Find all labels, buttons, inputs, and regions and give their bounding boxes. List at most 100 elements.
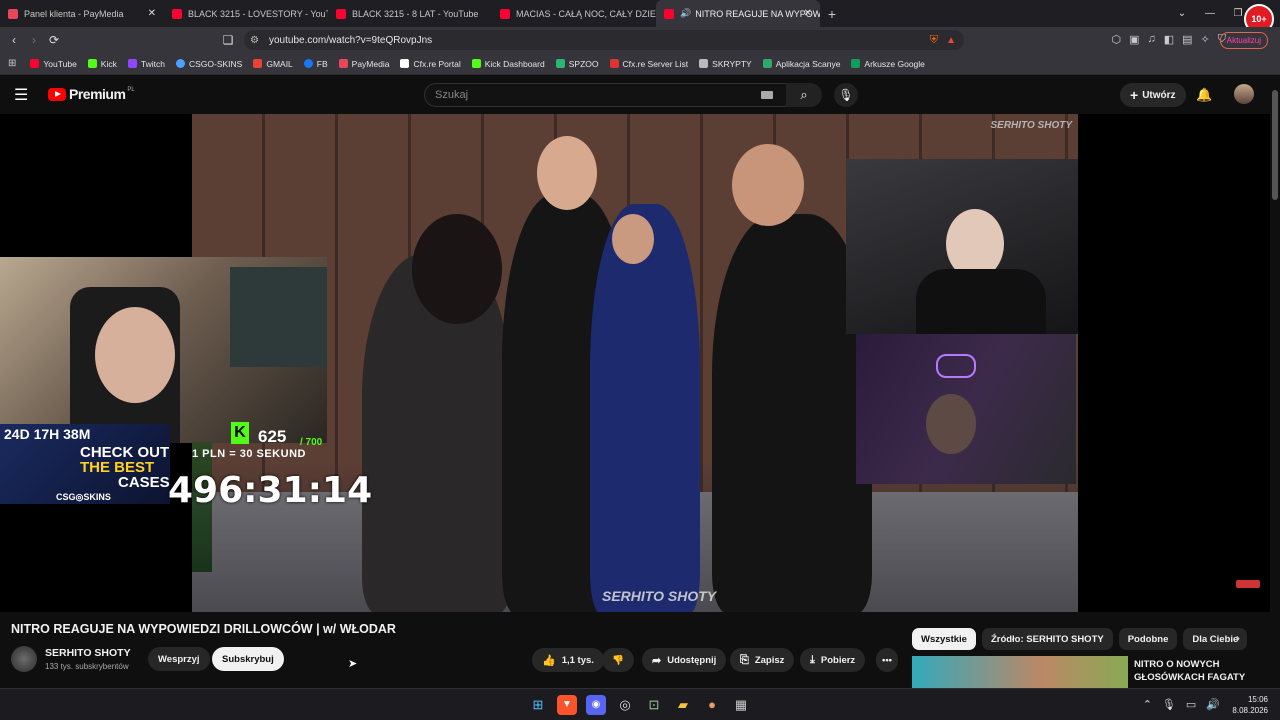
new-tab-button[interactable]: + bbox=[820, 6, 844, 22]
update-button[interactable]: Aktualizuj bbox=[1219, 32, 1268, 49]
music-icon[interactable]: ♫ bbox=[1147, 33, 1155, 46]
url-field[interactable]: ⚙ youtube.com/watch?v=9teQRovpJns ⛨ ▲ bbox=[244, 30, 964, 50]
forward-icon[interactable]: › bbox=[24, 33, 44, 47]
bookmark-gmail[interactable]: GMAIL bbox=[253, 58, 293, 69]
person-head bbox=[732, 144, 804, 226]
download-icon: ⤓ bbox=[810, 653, 815, 666]
share-button[interactable]: ➦ Udostępnij bbox=[642, 648, 727, 672]
microphone-tray-icon[interactable]: 🎙 bbox=[1162, 698, 1176, 711]
dislike-button[interactable]: 👎 bbox=[602, 648, 634, 672]
person-head bbox=[412, 214, 502, 324]
volume-icon[interactable]: 🔊 bbox=[1206, 698, 1220, 711]
bookmark-fb[interactable]: FB bbox=[303, 58, 328, 69]
channel-name[interactable]: SERHITO SHOTY bbox=[45, 647, 131, 659]
recommendation-thumbnail[interactable] bbox=[912, 656, 1128, 688]
apps-grid-icon[interactable]: ⊞ bbox=[8, 58, 16, 69]
media-icon[interactable]: ▣ bbox=[1129, 33, 1139, 46]
youtube-premium-logo[interactable]: Premium PL bbox=[48, 86, 135, 102]
bookmark-cfx-server-list[interactable]: Cfx.re Server List bbox=[609, 59, 688, 69]
channel-avatar[interactable] bbox=[11, 646, 37, 672]
support-label: Wesprzyj bbox=[158, 653, 200, 665]
media-app-icon[interactable]: ● bbox=[702, 695, 722, 715]
subscribe-button[interactable]: Subskrybuj bbox=[212, 647, 284, 671]
scrollbar-thumb[interactable] bbox=[1272, 90, 1278, 200]
extensions-icon[interactable]: ⬡ bbox=[1111, 33, 1121, 46]
wallet-icon[interactable]: ▤ bbox=[1182, 33, 1192, 46]
page-scrollbar[interactable] bbox=[1270, 76, 1280, 688]
obs-icon[interactable]: ◎ bbox=[615, 695, 635, 715]
donation-rate: 1 PLN = 30 SEKUND bbox=[192, 448, 306, 460]
network-icon[interactable]: ▭ bbox=[1186, 698, 1196, 711]
minimize-icon[interactable]: — bbox=[1196, 8, 1224, 19]
bookmark-spzoo[interactable]: SPZOO bbox=[555, 59, 599, 69]
tab-nitro-active[interactable]: 🔊 NITRO REAGUJE NA WYPOWI ✕ bbox=[656, 0, 820, 27]
bookmark-label: Aplikacja Scanye bbox=[775, 58, 841, 69]
more-icon: ••• bbox=[882, 654, 892, 666]
bookmark-label: FB bbox=[316, 58, 328, 69]
support-button[interactable]: Wesprzyj bbox=[148, 647, 210, 671]
streamer-head bbox=[95, 307, 175, 403]
bookmarks-bar: ⊞ YouTube Kick Twitch CSGO-SKINS GMAIL F… bbox=[0, 53, 1280, 75]
reload-icon[interactable]: ⟳ bbox=[44, 33, 64, 47]
create-button[interactable]: + Utwórz bbox=[1120, 83, 1186, 107]
brave-shield-icon[interactable]: ⛨ bbox=[930, 34, 938, 47]
back-icon[interactable]: ‹ bbox=[4, 33, 24, 47]
bookmark-icon[interactable]: ❏ bbox=[218, 33, 238, 47]
bookmark-cfx-portal[interactable]: Cfx.re Portal bbox=[400, 59, 461, 69]
bookmark-skrypty[interactable]: SKRYPTY bbox=[699, 59, 752, 69]
rewards-icon[interactable]: ▲ bbox=[946, 35, 956, 46]
search-input[interactable]: Szukaj bbox=[424, 83, 788, 107]
chip-source[interactable]: Źródło: SERHITO SHOTY bbox=[981, 628, 1113, 650]
like-button[interactable]: 👍 1,1 tys. bbox=[532, 648, 604, 672]
bookmark-kick-dashboard[interactable]: Kick Dashboard bbox=[471, 59, 545, 69]
brave-browser-icon[interactable]: ▼ bbox=[557, 695, 577, 715]
youtube-icon bbox=[30, 59, 40, 68]
chip-similar[interactable]: Podobne bbox=[1118, 628, 1178, 650]
calculator-icon[interactable]: ▦ bbox=[731, 695, 751, 715]
windows-start-icon[interactable]: ⊞ bbox=[528, 695, 548, 715]
notifications-bell-icon[interactable]: 🔔 bbox=[1196, 87, 1212, 103]
save-button[interactable]: ⎘ Zapisz bbox=[730, 648, 795, 672]
recommendation-title[interactable]: NITRO O NOWYCH GŁOSÓWKACH FAGATY bbox=[1134, 658, 1274, 684]
close-icon[interactable]: ✕ bbox=[148, 8, 156, 19]
bookmark-paymedia[interactable]: PayMedia bbox=[338, 59, 389, 69]
countdown-timer: 24D 17H 38M bbox=[4, 426, 91, 442]
hamburger-menu-icon[interactable]: ☰ bbox=[14, 85, 34, 105]
tab-paymedia[interactable]: Panel klienta - PayMedia ✕ bbox=[0, 0, 164, 27]
bookmark-youtube[interactable]: YouTube bbox=[30, 58, 77, 69]
tab-lovestory[interactable]: BLACK 3215 - LOVESTORY - YouTube bbox=[164, 0, 328, 27]
discord-icon[interactable]: ◉ bbox=[586, 695, 606, 715]
bookmark-label: Twitch bbox=[140, 58, 165, 69]
site-info-icon[interactable]: ⚙ bbox=[250, 35, 259, 46]
video-player[interactable]: SERHITO SHOTY SERHITO SHOTY 24D 17H 38M … bbox=[0, 114, 1270, 612]
logo-text: Premium bbox=[69, 86, 126, 102]
tab-macias[interactable]: MACIAS - CAŁĄ NOC, CAŁY DZIEŃ - bbox=[492, 0, 656, 27]
file-explorer-icon[interactable]: ▰ bbox=[673, 695, 693, 715]
bookmark-kick[interactable]: Kick bbox=[87, 59, 117, 69]
tab-title: MACIAS - CAŁĄ NOC, CAŁY DZIEŃ - bbox=[516, 8, 656, 19]
tab-search-chevron-icon[interactable]: ⌄ bbox=[1168, 8, 1196, 19]
bookmark-scanye[interactable]: Aplikacja Scanye bbox=[762, 58, 841, 69]
terminal-icon[interactable]: ⊡ bbox=[644, 695, 664, 715]
keyboard-icon[interactable] bbox=[761, 91, 773, 99]
bookmark-label: GMAIL bbox=[266, 58, 293, 69]
more-actions-button[interactable]: ••• bbox=[876, 648, 898, 672]
tab-8lat[interactable]: BLACK 3215 - 8 LAT - YouTube bbox=[328, 0, 492, 27]
leo-ai-icon[interactable]: ✧ bbox=[1201, 33, 1210, 46]
chip-all[interactable]: Wszystkie bbox=[912, 628, 976, 650]
user-avatar[interactable] bbox=[1234, 84, 1254, 104]
sidebar-icon[interactable]: ◧ bbox=[1164, 33, 1174, 46]
tray-chevron-icon[interactable]: ⌃ bbox=[1143, 698, 1152, 711]
chevron-right-icon[interactable]: › bbox=[1236, 631, 1240, 645]
download-button[interactable]: ⤓ Pobierz bbox=[800, 648, 866, 672]
bookmark-google-sheets[interactable]: Arkusze Google bbox=[851, 59, 925, 69]
search-button[interactable]: ⌕ bbox=[786, 83, 822, 107]
voice-search-button[interactable]: 🎙 bbox=[834, 83, 858, 107]
bookmark-label: YouTube bbox=[43, 58, 77, 69]
youtube-play-icon bbox=[48, 87, 66, 101]
close-tab-icon[interactable]: ✕ bbox=[804, 8, 812, 19]
webcam-overlay-bottom-right bbox=[856, 334, 1076, 484]
bookmark-csgo-skins[interactable]: CSGO-SKINS bbox=[175, 59, 242, 69]
bookmark-twitch[interactable]: Twitch bbox=[127, 58, 165, 69]
system-clock[interactable]: 15:06 8.08.2026 bbox=[1232, 694, 1268, 716]
